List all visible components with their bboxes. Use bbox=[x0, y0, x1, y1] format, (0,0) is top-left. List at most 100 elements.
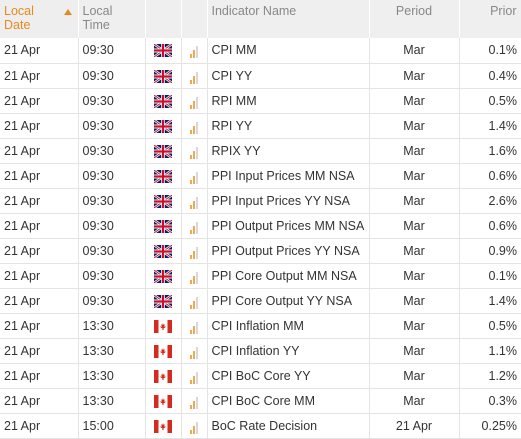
importance-bars-icon bbox=[189, 320, 199, 334]
row-time: 09:30 bbox=[78, 88, 146, 114]
row-importance bbox=[181, 38, 208, 64]
table-row[interactable]: 21 Apr 09:30 CPI MM Mar 0.1% bbox=[0, 38, 521, 64]
table-row[interactable]: 21 Apr 09:30 PPI Core Output MM NSA Mar 0.1% bbox=[0, 263, 521, 289]
row-date: 21 Apr bbox=[0, 163, 79, 189]
uk-flag-icon bbox=[153, 68, 173, 84]
column-header-indicator-name[interactable]: Indicator Name bbox=[207, 0, 370, 38]
row-country bbox=[145, 338, 182, 364]
importance-bars-icon bbox=[189, 170, 199, 184]
row-indicator-name[interactable]: CPI MM bbox=[207, 38, 370, 64]
row-indicator-name[interactable]: PPI Input Prices YY NSA bbox=[207, 188, 370, 214]
column-header-importance bbox=[181, 0, 208, 38]
column-header-prior[interactable]: Prior bbox=[459, 0, 521, 38]
row-period: Mar bbox=[369, 363, 460, 389]
table-row[interactable]: 21 Apr 13:30 CPI BoC Core YY Mar 1.2% bbox=[0, 363, 521, 389]
row-date: 21 Apr bbox=[0, 313, 79, 339]
row-time: 09:30 bbox=[78, 113, 146, 139]
row-time: 09:30 bbox=[78, 163, 146, 189]
row-country bbox=[145, 63, 182, 89]
row-indicator-name[interactable]: RPIX YY bbox=[207, 138, 370, 164]
table-header-row: Local Date Local Time Indicator Name Per… bbox=[0, 0, 521, 38]
row-indicator-name[interactable]: PPI Core Output MM NSA bbox=[207, 263, 370, 289]
row-prior: 2.6% bbox=[459, 188, 521, 214]
importance-bars-icon bbox=[189, 345, 199, 359]
row-indicator-name[interactable]: CPI Inflation MM bbox=[207, 313, 370, 339]
importance-bars-icon bbox=[189, 220, 199, 234]
row-importance bbox=[181, 388, 208, 414]
row-indicator-name[interactable]: RPI MM bbox=[207, 88, 370, 114]
table-row[interactable]: 21 Apr 09:30 RPI YY Mar 1.4% bbox=[0, 113, 521, 139]
row-importance bbox=[181, 188, 208, 214]
column-header-local-date[interactable]: Local Date bbox=[0, 0, 79, 38]
row-period: Mar bbox=[369, 263, 460, 289]
row-date: 21 Apr bbox=[0, 88, 79, 114]
row-period: Mar bbox=[369, 138, 460, 164]
row-time: 09:30 bbox=[78, 263, 146, 289]
table-row[interactable]: 21 Apr 09:30 PPI Output Prices YY NSA Mar 0.… bbox=[0, 238, 521, 264]
row-date: 21 Apr bbox=[0, 188, 79, 214]
table-row[interactable]: 21 Apr 09:30 CPI YY Mar 0.4% bbox=[0, 63, 521, 89]
row-period: Mar bbox=[369, 88, 460, 114]
row-period: Mar bbox=[369, 63, 460, 89]
row-indicator-name[interactable]: BoC Rate Decision bbox=[207, 413, 370, 439]
row-country bbox=[145, 413, 182, 439]
table-row[interactable]: 21 Apr 09:30 RPIX YY Mar 1.6% bbox=[0, 138, 521, 164]
row-indicator-name[interactable]: CPI BoC Core YY bbox=[207, 363, 370, 389]
importance-bars-icon bbox=[189, 44, 199, 59]
row-time: 15:00 bbox=[78, 413, 146, 439]
table-row[interactable]: 21 Apr 13:30 CPI Inflation YY Mar 1.1% bbox=[0, 338, 521, 364]
row-indicator-name[interactable]: PPI Input Prices MM NSA bbox=[207, 163, 370, 189]
row-date: 21 Apr bbox=[0, 263, 79, 289]
row-importance bbox=[181, 163, 208, 189]
row-prior: 1.1% bbox=[459, 338, 521, 364]
row-country bbox=[145, 138, 182, 164]
row-prior: 1.4% bbox=[459, 288, 521, 314]
row-prior: 0.6% bbox=[459, 213, 521, 239]
row-indicator-name[interactable]: PPI Core Output YY NSA bbox=[207, 288, 370, 314]
row-date: 21 Apr bbox=[0, 363, 79, 389]
row-prior: 1.6% bbox=[459, 138, 521, 164]
column-header-local-time[interactable]: Local Time bbox=[78, 0, 146, 38]
row-country bbox=[145, 263, 182, 289]
table-row[interactable]: 21 Apr 13:30 CPI Inflation MM Mar 0.5% bbox=[0, 313, 521, 339]
canada-flag-icon bbox=[154, 319, 172, 333]
row-importance bbox=[181, 113, 208, 139]
row-importance bbox=[181, 88, 208, 114]
uk-flag-icon bbox=[153, 218, 173, 234]
row-indicator-name[interactable]: PPI Output Prices MM NSA bbox=[207, 213, 370, 239]
row-indicator-name[interactable]: RPI YY bbox=[207, 113, 370, 139]
row-time: 13:30 bbox=[78, 363, 146, 389]
column-header-period[interactable]: Period bbox=[369, 0, 460, 38]
table-row[interactable]: 21 Apr 09:30 PPI Input Prices MM NSA Mar 0.6… bbox=[0, 163, 521, 189]
importance-bars-icon bbox=[189, 245, 199, 259]
row-time: 09:30 bbox=[78, 213, 146, 239]
row-importance bbox=[181, 63, 208, 89]
row-time: 09:30 bbox=[78, 63, 146, 89]
row-prior: 1.4% bbox=[459, 113, 521, 139]
row-importance bbox=[181, 338, 208, 364]
table-row[interactable]: 21 Apr 15:00 BoC Rate Decision 21 Apr 0.25% bbox=[0, 413, 521, 439]
row-indicator-name[interactable]: PPI Output Prices YY NSA bbox=[207, 238, 370, 264]
row-date: 21 Apr bbox=[0, 63, 79, 89]
uk-flag-icon bbox=[153, 293, 173, 309]
row-date: 21 Apr bbox=[0, 113, 79, 139]
row-country bbox=[145, 38, 182, 64]
table-row[interactable]: 21 Apr 09:30 PPI Core Output YY NSA Mar 1.4% bbox=[0, 288, 521, 314]
row-country bbox=[145, 88, 182, 114]
row-time: 09:30 bbox=[78, 138, 146, 164]
table-row[interactable]: 21 Apr 09:30 PPI Output Prices MM NSA Mar 0.… bbox=[0, 213, 521, 239]
canada-flag-icon bbox=[154, 369, 172, 383]
table-row[interactable]: 21 Apr 09:30 PPI Input Prices YY NSA Mar 2.6… bbox=[0, 188, 521, 214]
row-indicator-name[interactable]: CPI Inflation YY bbox=[207, 338, 370, 364]
row-indicator-name[interactable]: CPI BoC Core MM bbox=[207, 388, 370, 414]
row-time: 13:30 bbox=[78, 388, 146, 414]
row-importance bbox=[181, 213, 208, 239]
table-row[interactable]: 21 Apr 13:30 CPI BoC Core MM Mar 0.3% bbox=[0, 388, 521, 414]
row-period: Mar bbox=[369, 238, 460, 264]
row-time: 13:30 bbox=[78, 313, 146, 339]
row-prior: 0.4% bbox=[459, 63, 521, 89]
row-period: Mar bbox=[369, 313, 460, 339]
importance-bars-icon bbox=[189, 145, 199, 159]
row-indicator-name[interactable]: CPI YY bbox=[207, 63, 370, 89]
table-row[interactable]: 21 Apr 09:30 RPI MM Mar 0.5% bbox=[0, 88, 521, 114]
